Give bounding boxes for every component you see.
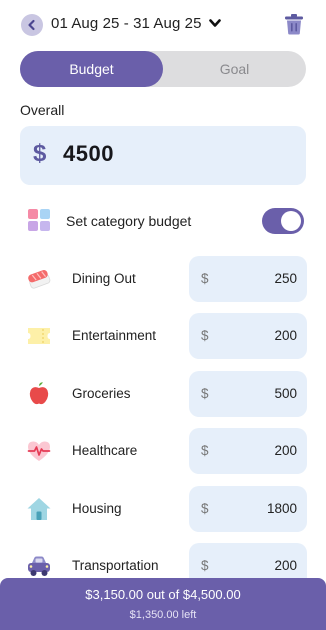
- category-row-healthcare: Healthcare $ 200: [0, 428, 326, 474]
- amount-input-healthcare[interactable]: $ 200: [189, 428, 307, 474]
- overall-budget-input[interactable]: $ 4500: [20, 126, 306, 185]
- car-icon: [26, 553, 52, 579]
- tab-budget[interactable]: Budget: [20, 51, 163, 87]
- amount-value: 500: [274, 386, 297, 401]
- back-button[interactable]: [21, 14, 43, 36]
- currency-symbol: $: [201, 558, 209, 573]
- currency-symbol: $: [201, 386, 209, 401]
- heartbeat-icon: [26, 438, 52, 464]
- category-name: Entertainment: [72, 328, 157, 343]
- amount-input-housing[interactable]: $ 1800: [189, 486, 307, 532]
- category-name: Housing: [72, 501, 122, 516]
- currency-symbol: $: [33, 140, 47, 167]
- amount-input-groceries[interactable]: $ 500: [189, 371, 307, 417]
- currency-symbol: $: [201, 271, 209, 286]
- category-row-dining-out: Dining Out $ 250: [0, 256, 326, 302]
- budget-spent-summary: $3,150.00 out of $4,500.00: [85, 587, 241, 602]
- budget-goal-tabs: Budget Goal: [20, 51, 306, 87]
- apple-icon: [26, 381, 52, 407]
- overall-label: Overall: [20, 102, 65, 118]
- category-name: Dining Out: [72, 271, 136, 286]
- category-budget-row: Set category budget: [20, 206, 306, 236]
- date-range-label: 01 Aug 25 - 31 Aug 25: [51, 15, 202, 32]
- category-name: Transportation: [72, 558, 159, 573]
- overall-budget-value: 4500: [63, 141, 114, 166]
- house-icon: [26, 496, 52, 522]
- category-budget-label: Set category budget: [66, 213, 192, 229]
- category-row-groceries: Groceries $ 500: [0, 371, 326, 417]
- category-row-entertainment: Entertainment $ 200: [0, 313, 326, 359]
- trash-icon: [285, 14, 303, 35]
- top-bar: 01 Aug 25 - 31 Aug 25: [0, 0, 326, 50]
- amount-value: 250: [274, 271, 297, 286]
- tab-goal[interactable]: Goal: [163, 51, 306, 87]
- amount-value: 200: [274, 443, 297, 458]
- category-name: Healthcare: [72, 443, 138, 458]
- chevron-left-icon: [28, 19, 35, 31]
- amount-value: 200: [274, 558, 297, 573]
- amount-value: 200: [274, 328, 297, 343]
- budget-summary-bar: $3,150.00 out of $4,500.00 $1,350.00 lef…: [0, 578, 326, 630]
- currency-symbol: $: [201, 443, 209, 458]
- category-grid-icon: [28, 209, 51, 232]
- toggle-knob: [281, 211, 301, 231]
- category-name: Groceries: [72, 386, 131, 401]
- amount-input-entertainment[interactable]: $ 200: [189, 313, 307, 359]
- ticket-icon: [26, 323, 52, 349]
- currency-symbol: $: [201, 501, 209, 516]
- currency-symbol: $: [201, 328, 209, 343]
- category-row-housing: Housing $ 1800: [0, 486, 326, 532]
- category-budget-toggle[interactable]: [262, 208, 304, 234]
- amount-input-dining-out[interactable]: $ 250: [189, 256, 307, 302]
- budget-remaining: $1,350.00 left: [129, 609, 197, 621]
- date-range-selector[interactable]: 01 Aug 25 - 31 Aug 25: [51, 15, 221, 32]
- sushi-icon: [26, 266, 52, 292]
- amount-value: 1800: [266, 501, 297, 516]
- delete-button[interactable]: [284, 13, 304, 35]
- chevron-down-icon: [208, 19, 221, 28]
